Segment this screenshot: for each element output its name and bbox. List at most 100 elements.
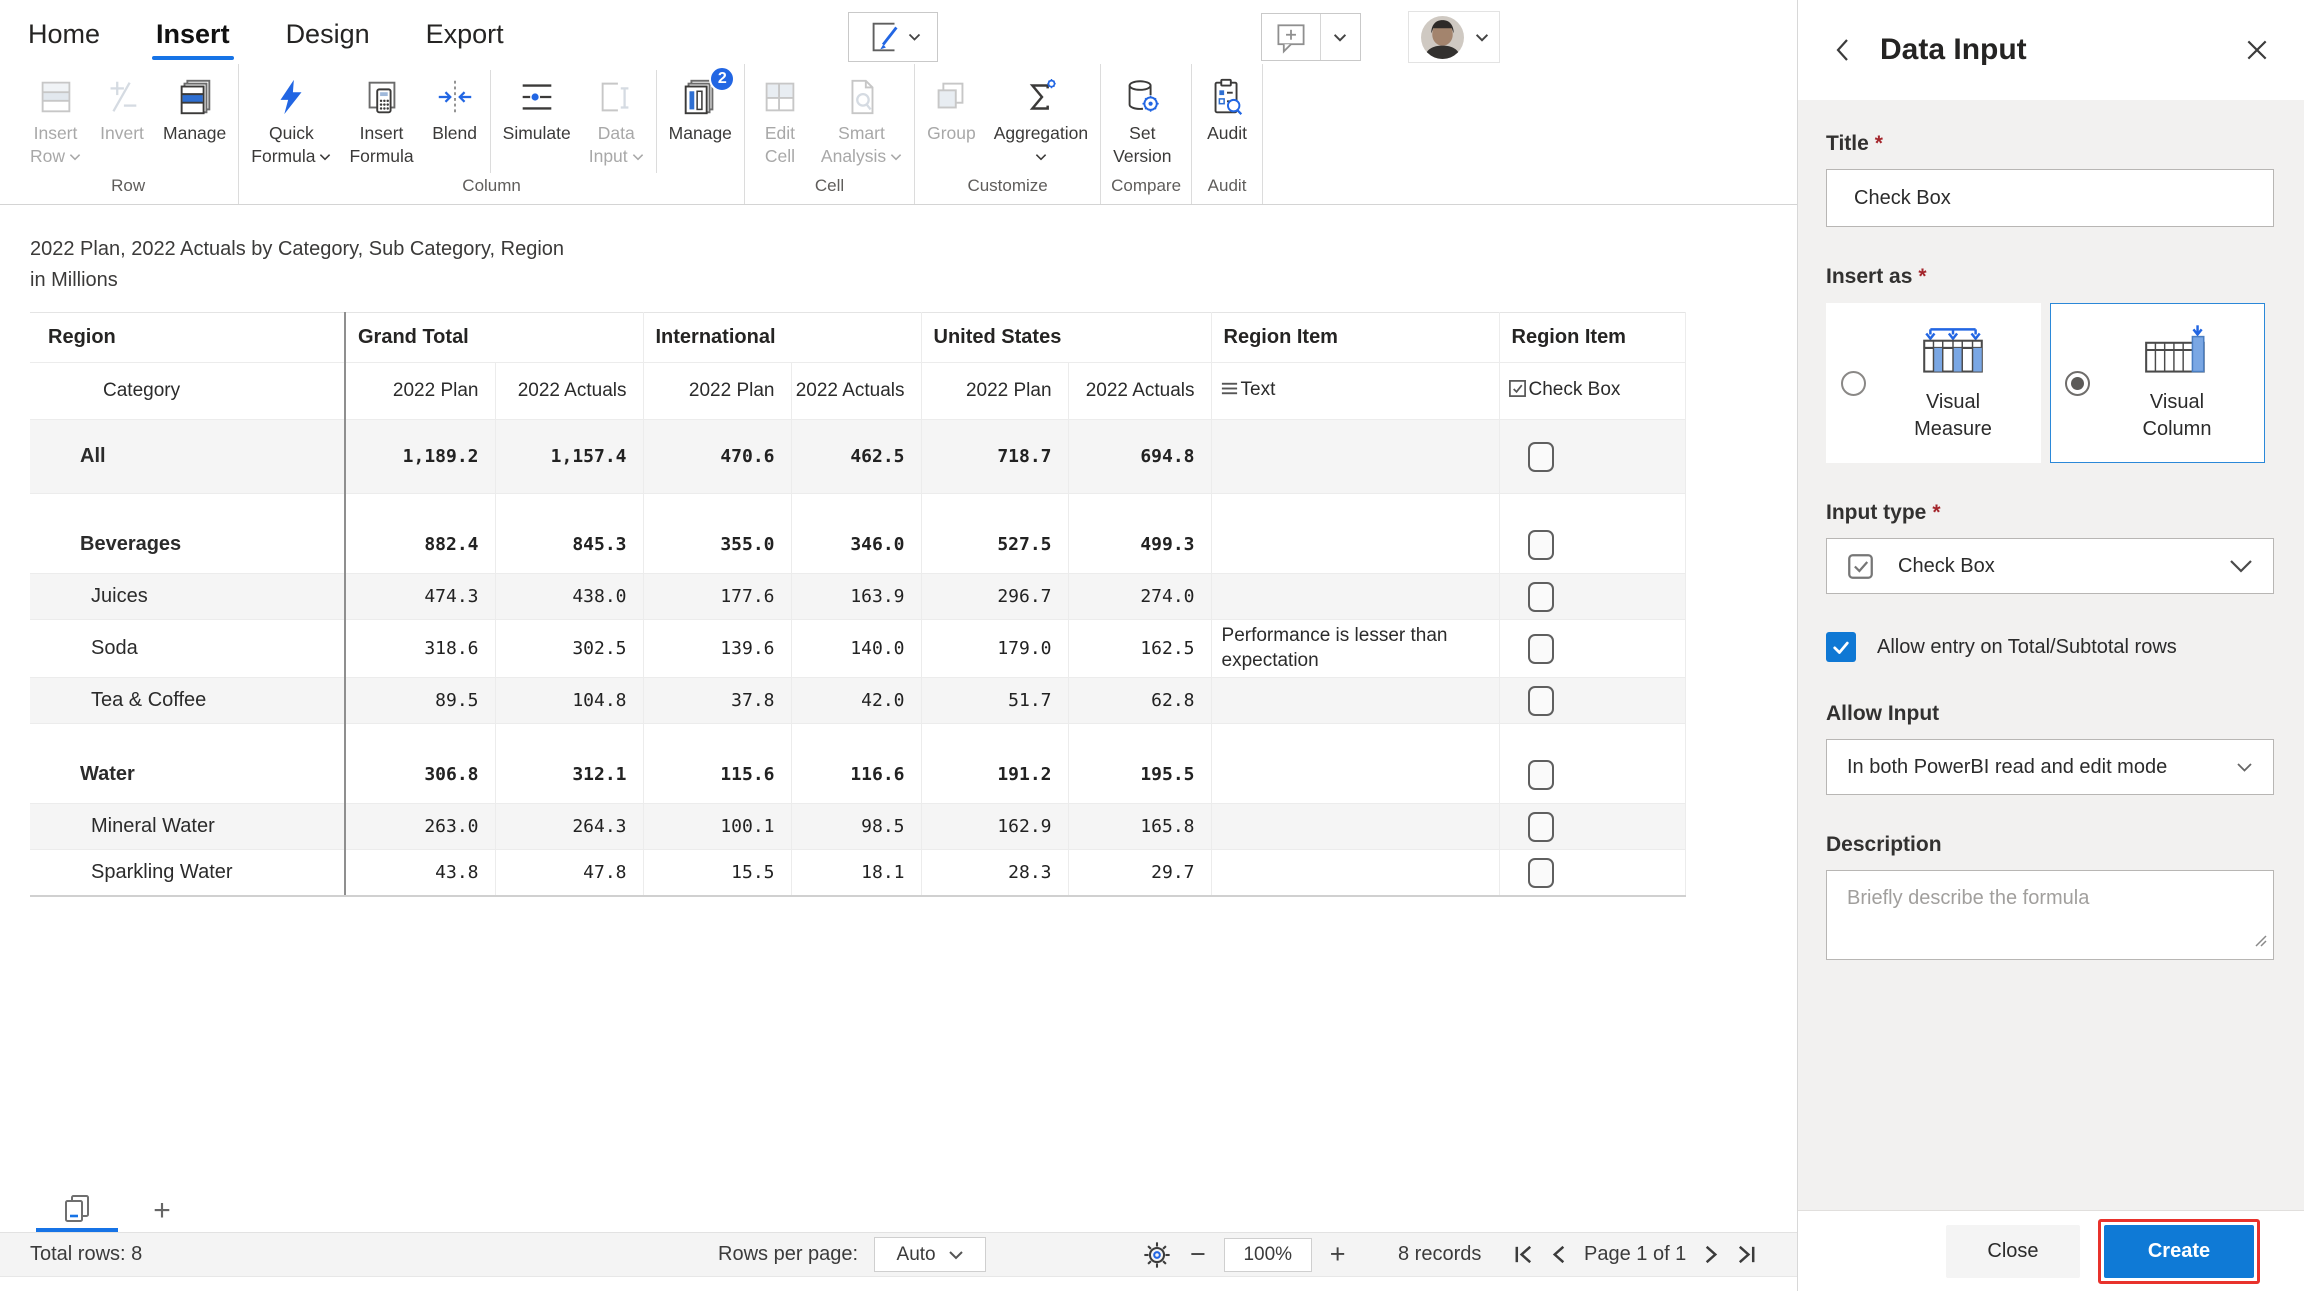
tab-home[interactable]: Home <box>26 19 102 64</box>
value-cell[interactable]: 162.9 <box>921 804 1068 850</box>
value-cell[interactable]: 179.0 <box>921 620 1068 678</box>
ribbon-button-aggregation[interactable]: Aggregation <box>985 70 1097 168</box>
sub-header-text[interactable]: Text <box>1211 363 1499 420</box>
row-label[interactable]: Soda <box>30 620 345 678</box>
value-cell[interactable]: 462.5 <box>791 420 921 494</box>
value-cell[interactable]: 1,189.2 <box>345 420 495 494</box>
sub-header-2022-plan[interactable]: 2022 Plan <box>345 363 495 420</box>
value-cell[interactable]: 15.5 <box>643 850 791 896</box>
edit-mode-button[interactable] <box>848 12 938 62</box>
value-cell[interactable]: 162.5 <box>1068 620 1211 678</box>
column-group-header-region-item[interactable]: Region Item <box>1211 313 1499 363</box>
visual-measure-option[interactable]: VisualMeasure <box>1826 303 2041 463</box>
value-cell[interactable]: 346.0 <box>791 494 921 574</box>
value-cell[interactable]: 18.1 <box>791 850 921 896</box>
sheet-tab-active[interactable] <box>36 1189 118 1232</box>
row-label[interactable]: All <box>30 420 345 494</box>
next-page-icon[interactable] <box>1699 1243 1722 1266</box>
row-label[interactable]: Juices <box>30 574 345 620</box>
value-cell[interactable]: 882.4 <box>345 494 495 574</box>
back-chevron-icon[interactable] <box>1832 36 1852 64</box>
value-cell[interactable]: 139.6 <box>643 620 791 678</box>
rows-per-page-select[interactable]: Auto <box>874 1237 986 1272</box>
value-cell[interactable]: 62.8 <box>1068 678 1211 724</box>
row-label[interactable]: Mineral Water <box>30 804 345 850</box>
text-cell[interactable] <box>1211 420 1499 494</box>
row-label[interactable]: Tea & Coffee <box>30 678 345 724</box>
last-page-icon[interactable] <box>1735 1243 1758 1266</box>
account-menu-button[interactable] <box>1408 11 1500 63</box>
value-cell[interactable]: 28.3 <box>921 850 1068 896</box>
value-cell[interactable]: 274.0 <box>1068 574 1211 620</box>
ribbon-button-set-version[interactable]: SetVersion <box>1104 70 1180 168</box>
value-cell[interactable]: 499.3 <box>1068 494 1211 574</box>
row-checkbox-unchecked-icon[interactable] <box>1528 686 1554 716</box>
ribbon-button-edit-cell[interactable]: EditCell <box>748 70 812 168</box>
value-cell[interactable]: 306.8 <box>345 724 495 804</box>
value-cell[interactable]: 527.5 <box>921 494 1068 574</box>
value-cell[interactable]: 47.8 <box>495 850 643 896</box>
sub-header-2022-actuals[interactable]: 2022 Actuals <box>1068 363 1211 420</box>
value-cell[interactable]: 296.7 <box>921 574 1068 620</box>
tab-design[interactable]: Design <box>284 19 372 64</box>
value-cell[interactable]: 191.2 <box>921 724 1068 804</box>
row-checkbox-unchecked-icon[interactable] <box>1528 442 1554 472</box>
ribbon-button-blend[interactable]: Blend <box>423 70 487 168</box>
value-cell[interactable]: 89.5 <box>345 678 495 724</box>
row-label[interactable]: Beverages <box>30 494 345 574</box>
value-cell[interactable]: 37.8 <box>643 678 791 724</box>
sub-header-category[interactable]: Category <box>30 363 345 420</box>
sub-header-2022-plan[interactable]: 2022 Plan <box>643 363 791 420</box>
row-label[interactable]: Sparkling Water <box>30 850 345 896</box>
radio-unchecked-icon[interactable] <box>1841 371 1866 396</box>
description-textarea[interactable]: Briefly describe the formula <box>1826 870 2274 960</box>
ribbon-button-invert[interactable]: Invert <box>90 70 154 168</box>
value-cell[interactable]: 104.8 <box>495 678 643 724</box>
ribbon-button-insert-row[interactable]: InsertRow <box>21 70 90 168</box>
sub-header-2022-actuals[interactable]: 2022 Actuals <box>791 363 921 420</box>
text-cell[interactable] <box>1211 678 1499 724</box>
row-checkbox-unchecked-icon[interactable] <box>1528 812 1554 842</box>
value-cell[interactable]: 43.8 <box>345 850 495 896</box>
row-checkbox-unchecked-icon[interactable] <box>1528 634 1554 664</box>
row-checkbox-unchecked-icon[interactable] <box>1528 530 1554 560</box>
text-cell[interactable] <box>1211 724 1499 804</box>
add-comment-button[interactable] <box>1261 13 1361 61</box>
ribbon-button-data-input[interactable]: DataInput <box>580 70 653 168</box>
close-icon[interactable] <box>2244 37 2270 63</box>
value-cell[interactable]: 100.1 <box>643 804 791 850</box>
text-cell[interactable] <box>1211 494 1499 574</box>
sub-header-check-box[interactable]: Check Box <box>1499 363 1685 420</box>
column-group-header-united-states[interactable]: United States <box>921 313 1211 363</box>
tab-export[interactable]: Export <box>424 19 506 64</box>
text-cell[interactable] <box>1211 804 1499 850</box>
tab-insert[interactable]: Insert <box>154 19 232 64</box>
radio-checked-icon[interactable] <box>2065 371 2090 396</box>
zoom-in-button[interactable]: + <box>1330 1241 1346 1268</box>
value-cell[interactable]: 115.6 <box>643 724 791 804</box>
allow-input-select[interactable]: In both PowerBI read and edit mode <box>1826 739 2274 795</box>
row-label[interactable]: Water <box>30 724 345 804</box>
value-cell[interactable]: 470.6 <box>643 420 791 494</box>
text-cell[interactable] <box>1211 850 1499 896</box>
create-button[interactable]: Create <box>2104 1225 2254 1278</box>
column-group-header-international[interactable]: International <box>643 313 921 363</box>
text-cell[interactable] <box>1211 574 1499 620</box>
row-checkbox-unchecked-icon[interactable] <box>1528 858 1554 888</box>
resize-grip-icon[interactable] <box>2252 931 2268 954</box>
input-type-select[interactable]: Check Box <box>1826 538 2274 594</box>
column-group-header-region[interactable]: Region <box>30 313 345 363</box>
sub-header-2022-plan[interactable]: 2022 Plan <box>921 363 1068 420</box>
column-group-header-grand-total[interactable]: Grand Total <box>345 313 643 363</box>
zoom-out-button[interactable]: − <box>1190 1241 1206 1268</box>
value-cell[interactable]: 1,157.4 <box>495 420 643 494</box>
value-cell[interactable]: 318.6 <box>345 620 495 678</box>
value-cell[interactable]: 845.3 <box>495 494 643 574</box>
value-cell[interactable]: 165.8 <box>1068 804 1211 850</box>
settings-gear-icon[interactable] <box>1142 1240 1172 1270</box>
comment-dropdown-chevron-icon[interactable] <box>1321 14 1360 60</box>
checkbox-checked-icon[interactable] <box>1826 632 1856 662</box>
sub-header-2022-actuals[interactable]: 2022 Actuals <box>495 363 643 420</box>
add-sheet-button[interactable]: + <box>140 1189 184 1232</box>
value-cell[interactable]: 140.0 <box>791 620 921 678</box>
